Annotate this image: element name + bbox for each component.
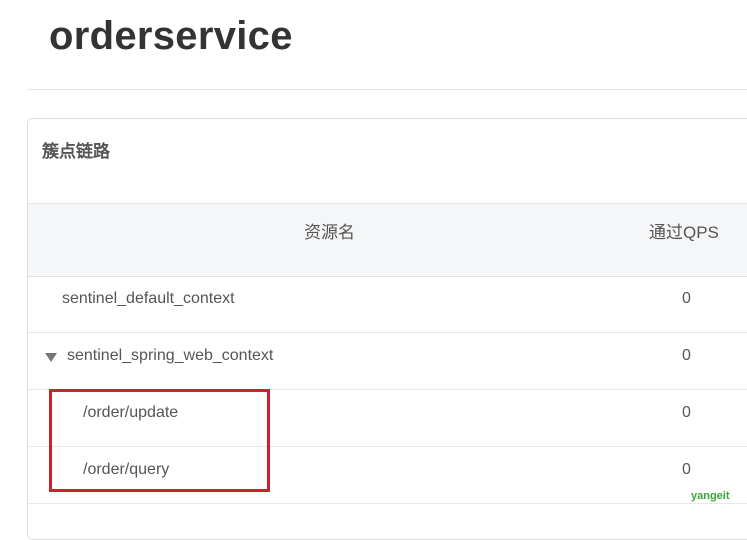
qps-cell: 0 (682, 461, 691, 478)
qps-cell: 0 (682, 290, 691, 307)
qps-cell: 0 (682, 404, 691, 421)
table-row[interactable]: sentinel_spring_web_context 0 (28, 333, 747, 390)
collapse-triangle-icon[interactable] (45, 353, 57, 362)
resource-name-cell: sentinel_default_context (62, 290, 235, 307)
highlight-box (49, 389, 270, 492)
watermark: yangeit (691, 490, 730, 502)
table-header: 资源名 通过QPS (28, 203, 747, 277)
panel-heading: 簇点链路 (42, 142, 110, 161)
title-divider (27, 89, 747, 90)
page-title: orderservice (49, 14, 293, 58)
qps-cell: 0 (682, 347, 691, 364)
column-header-pass-qps[interactable]: 通过QPS (649, 218, 719, 243)
table-row[interactable]: sentinel_default_context 0 (28, 276, 747, 333)
column-header-resource-name[interactable]: 资源名 (304, 218, 355, 243)
resource-name-cell: sentinel_spring_web_context (67, 347, 274, 364)
